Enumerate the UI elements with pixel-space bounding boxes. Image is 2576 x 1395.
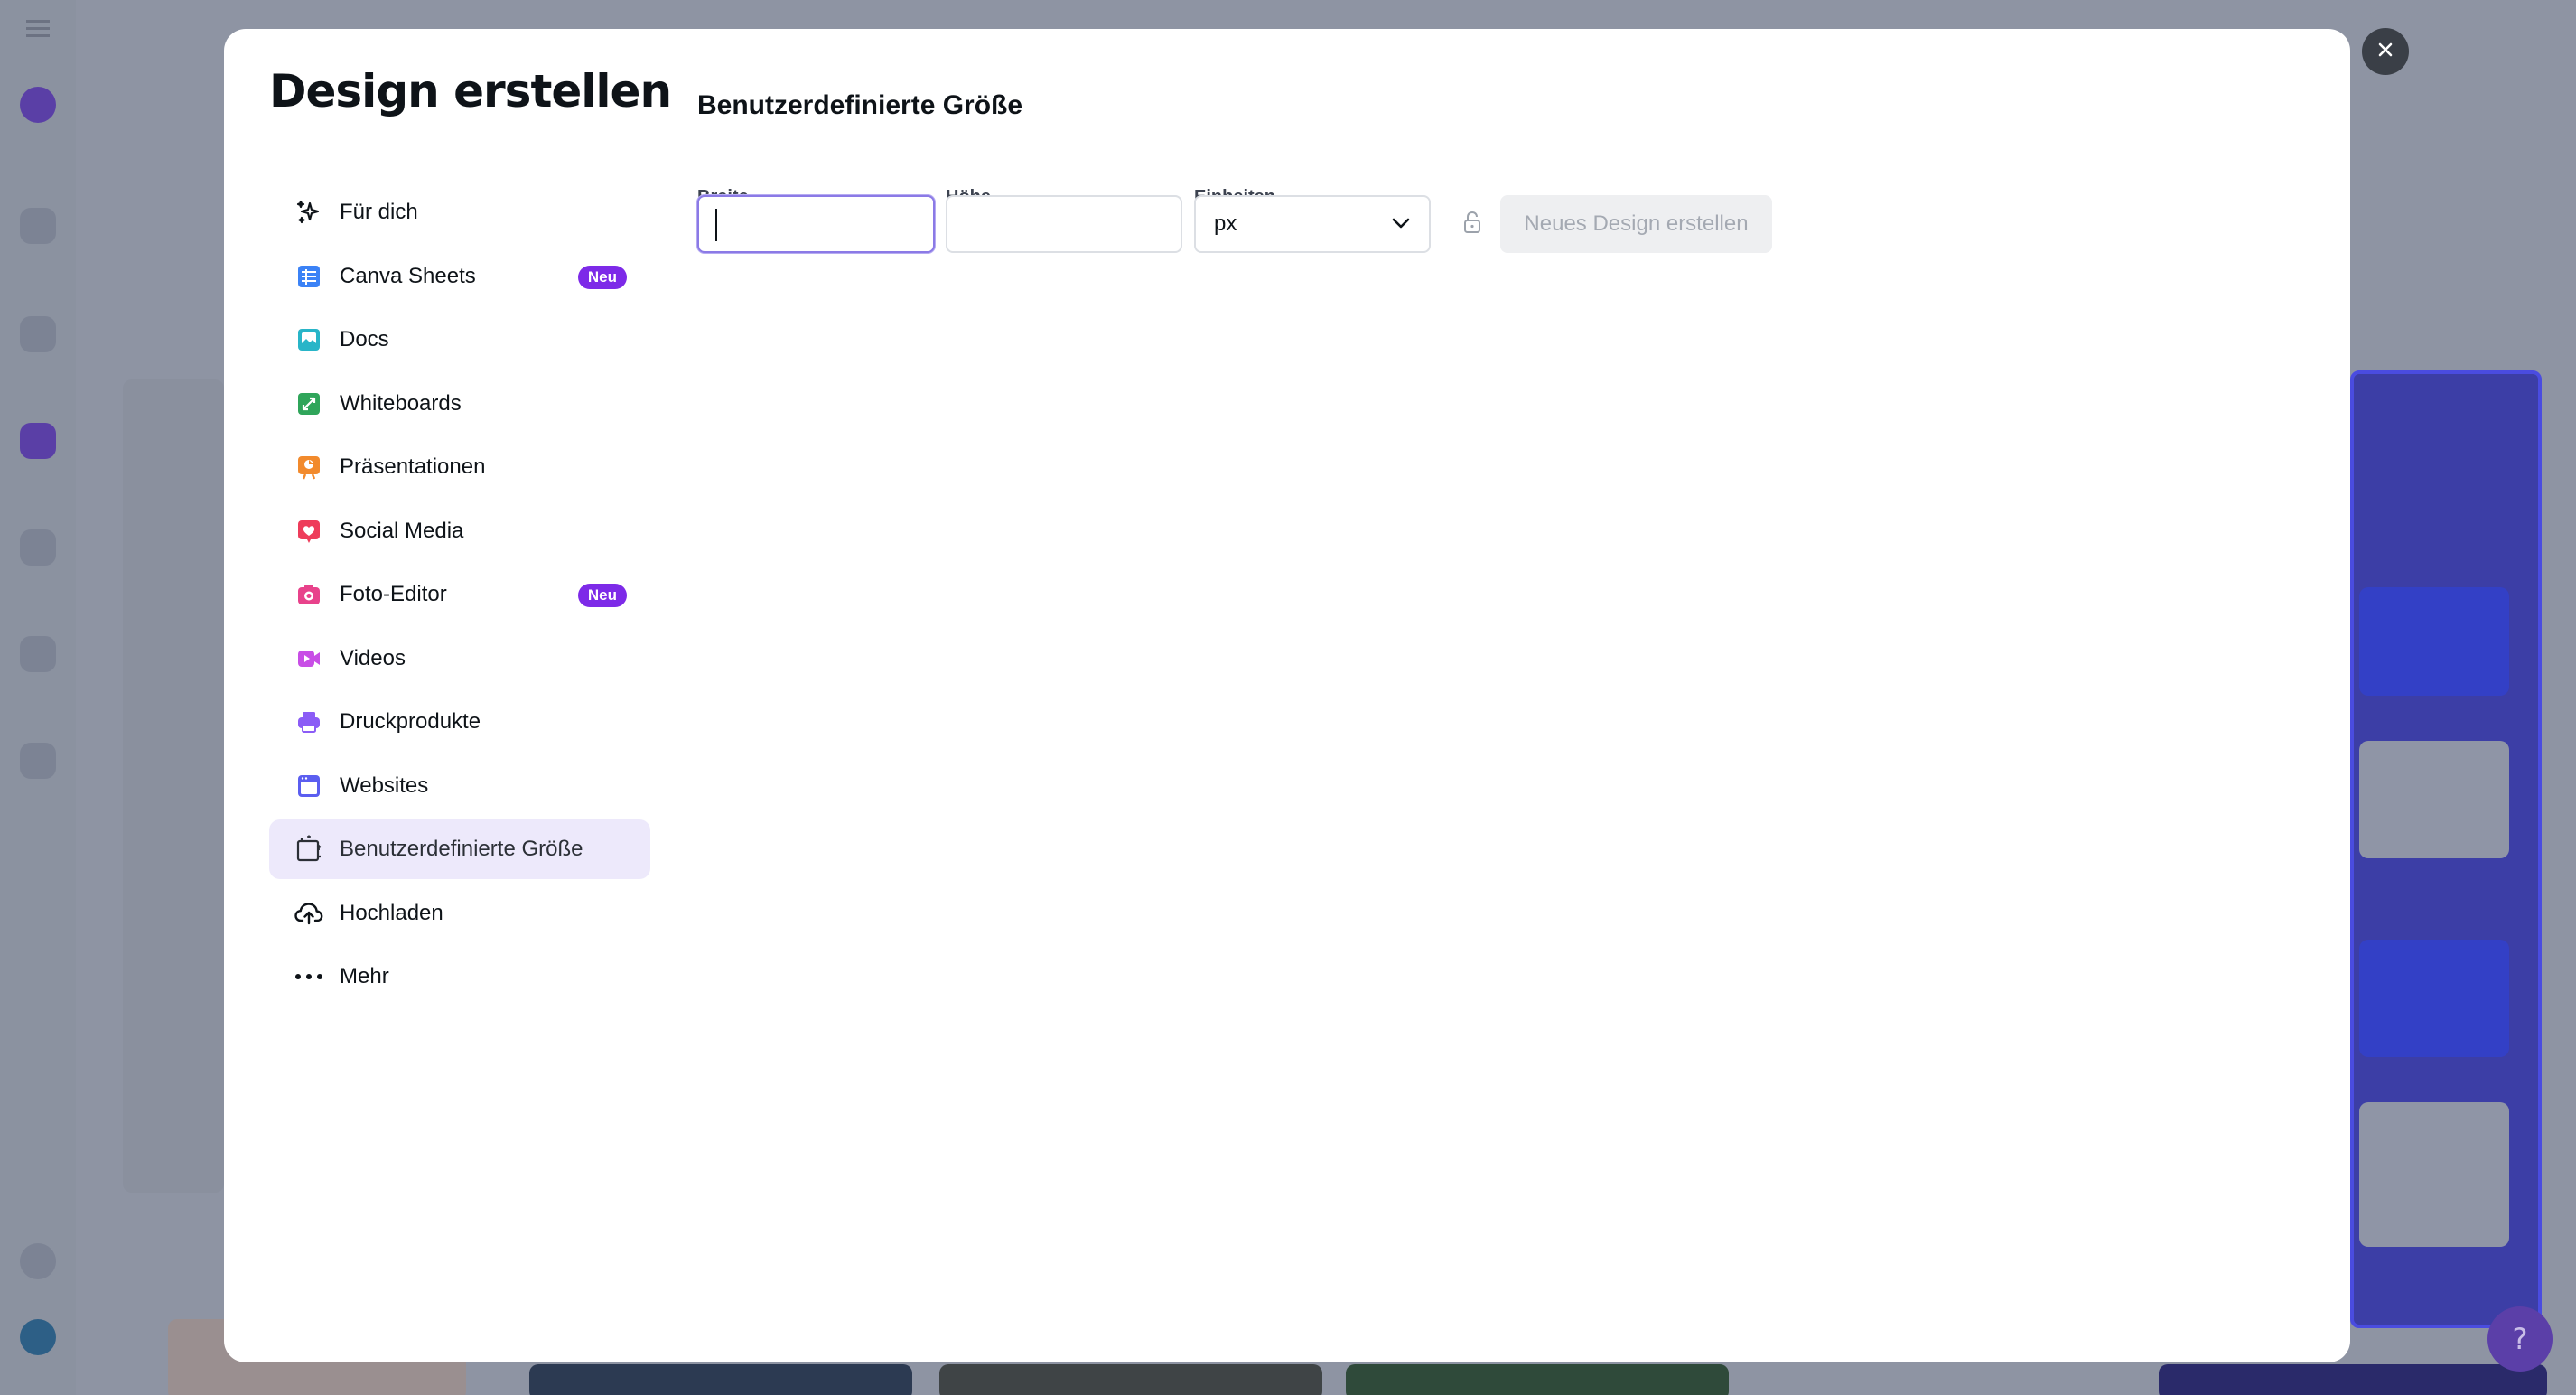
nav-label: Foto-Editor [340,582,447,606]
nav-label: Benutzerdefinierte Größe [340,837,583,861]
nav-label: Docs [340,327,389,351]
docs-icon [294,325,323,354]
nav-item-for-you[interactable]: Für dich [269,183,650,242]
background-thumbnail [2159,1364,2547,1395]
dialog-title: Design erstellen [269,65,672,117]
height-input[interactable] [946,195,1182,253]
new-badge: Neu [577,584,627,607]
background-thumbnail [939,1364,1322,1395]
printer-icon [294,707,323,736]
website-icon [294,772,323,800]
width-input[interactable] [697,195,935,253]
more-dots-icon [294,962,323,991]
cloud-upload-icon [294,899,323,928]
background-left-column [123,379,224,1193]
close-icon [2376,41,2394,62]
new-badge: Neu [577,265,627,289]
home-rail-item [0,208,76,251]
whiteboard-icon [294,389,323,418]
sparkle-icon [294,198,323,227]
nav-item-presentations[interactable]: Präsentationen [269,437,650,497]
nav-item-print-products[interactable]: Druckprodukte [269,692,650,752]
avatar [0,1319,76,1362]
design-type-nav: Für dich Canva Sheets Neu Docs Whiteboar… [269,183,650,1011]
nav-label: Social Media [340,518,464,543]
background-preview-card [2359,1102,2509,1247]
nav-item-custom-size[interactable]: Benutzerdefinierte Größe [269,819,650,879]
apps-rail-item [0,636,76,679]
camera-icon [294,580,323,609]
heart-icon [294,517,323,546]
nav-label: Mehr [340,964,389,988]
presentation-icon [294,453,323,482]
background-sidebar [0,0,76,1395]
more-rail-item [0,743,76,786]
nav-item-social-media[interactable]: Social Media [269,501,650,561]
nav-label: Videos [340,645,406,670]
chevron-down-icon [1391,216,1411,233]
projects-rail-item [0,316,76,360]
background-thumbnail [1346,1364,1729,1395]
nav-item-canva-sheets[interactable]: Canva Sheets Neu [269,247,650,306]
nav-item-more[interactable]: Mehr [269,947,650,1006]
background-preview-card [2359,940,2509,1057]
video-icon [294,644,323,673]
background-preview-card [2359,741,2509,858]
background-thumbnail [529,1364,912,1395]
nav-label: Präsentationen [340,454,486,479]
menu-icon [0,20,76,42]
sheets-icon [294,262,323,291]
nav-item-videos[interactable]: Videos [269,629,650,688]
text-caret [715,209,717,241]
help-button: ? [2487,1306,2553,1372]
nav-label: Websites [340,772,429,798]
nav-item-websites[interactable]: Websites [269,756,650,816]
notifications-rail-item [0,1243,76,1287]
nav-label: Für dich [340,200,418,224]
create-rail-item [0,87,76,130]
templates-rail-item [0,423,76,466]
custom-size-icon [294,835,323,864]
nav-label: Canva Sheets [340,263,476,288]
nav-item-photo-editor[interactable]: Foto-Editor Neu [269,565,650,624]
units-selected-value: px [1214,211,1237,236]
create-new-design-button[interactable]: Neues Design erstellen [1500,195,1772,253]
nav-item-whiteboards[interactable]: Whiteboards [269,374,650,434]
background-preview-card [2359,587,2509,696]
nav-label: Hochladen [340,900,443,925]
close-dialog-button[interactable] [2362,28,2409,75]
brand-rail-item [0,529,76,573]
lock-aspect-ratio-icon[interactable] [1461,210,1483,235]
nav-label: Whiteboards [340,390,462,416]
nav-label: Druckprodukte [340,709,481,734]
nav-item-docs[interactable]: Docs [269,310,650,370]
nav-item-upload[interactable]: Hochladen [269,884,650,943]
units-select[interactable]: px [1194,195,1431,253]
